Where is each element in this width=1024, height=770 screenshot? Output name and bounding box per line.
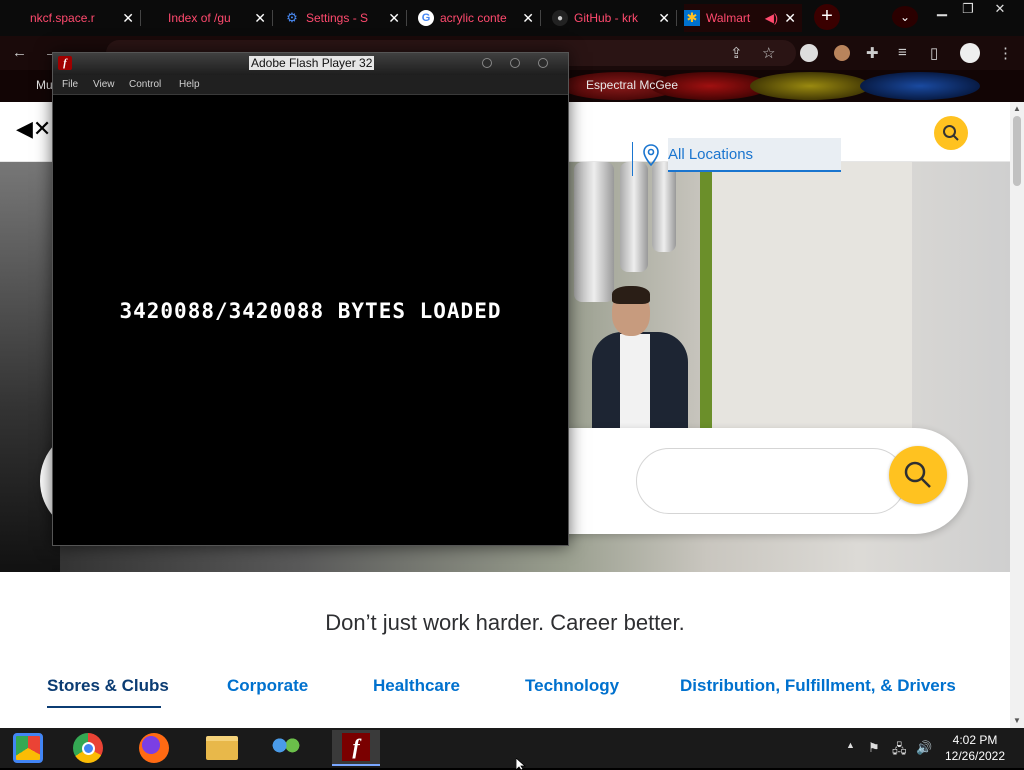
tab-title: acrylic conte [440,11,507,25]
flash-close-button[interactable] [538,58,548,68]
tab-title: Index of /gu [168,11,231,25]
menu-help[interactable]: Help [179,79,200,90]
page-scrollbar[interactable]: ▲ ▼ [1010,102,1024,728]
chrome-icon[interactable] [64,730,112,766]
tab-audio-icon[interactable]: ◀) [765,11,778,25]
google-icon: G [418,10,434,26]
location-field[interactable]: All Locations [668,138,841,172]
flash-player-icon[interactable]: f [332,730,380,766]
firefox-icon[interactable] [130,730,178,766]
close-icon[interactable]: ✕ [122,10,134,27]
browser-tab-strip: nkcf.space.r ✕ Index of /gu ✕ ⚙ Settings… [0,0,1024,36]
tab-3[interactable]: ⚙ Settings - S ✕ [284,4,407,32]
site-icon [146,10,162,26]
system-clock[interactable]: 4:02 PM 12/26/2022 [940,732,1010,764]
close-icon[interactable]: ✕ [388,10,400,27]
tab-search-button[interactable]: ⌄ [892,6,918,28]
page-tagline: Don’t just work harder. Career better. [325,610,685,635]
tab-stores-clubs[interactable]: Stores & Clubs [47,676,169,696]
flash-maximize-button[interactable] [510,58,520,68]
tab-5[interactable]: ● GitHub - krk ✕ [552,4,677,32]
scroll-down-arrow[interactable]: ▼ [1010,714,1024,728]
network-people-icon[interactable] [262,730,310,766]
menu-control[interactable]: Control [129,79,161,90]
flash-titlebar[interactable]: f Adobe Flash Player 32 [53,53,568,75]
flash-minimize-button[interactable] [482,58,492,68]
side-panel-icon[interactable]: ▯ [930,44,938,62]
scrollbar-thumb[interactable] [1013,116,1021,186]
bookmark-item[interactable]: Mu [36,78,53,92]
volume-icon[interactable]: 🔊 [916,740,932,756]
github-icon: ● [552,10,568,26]
close-icon[interactable]: ✕ [522,10,534,27]
share-icon[interactable]: ⇪ [730,44,743,62]
flash-player-window: f Adobe Flash Player 32 File View Contro… [52,52,569,546]
show-hidden-icons[interactable]: ▲ [846,740,855,750]
new-tab-button[interactable]: + [814,4,840,30]
category-tabs: Stores & Clubs Corporate Healthcare Tech… [0,676,1010,716]
walmart-spark-icon: ✱ [684,10,700,26]
network-icon[interactable]: 🖧 [892,740,907,762]
close-icon[interactable]: ✕ [784,10,796,27]
mute-icon[interactable]: ◀✕ [16,116,51,142]
window-close-button[interactable]: ✕ [984,0,1016,18]
location-field-value: All Locations [668,145,754,163]
tab-title: Settings - S [306,11,369,25]
windows-taskbar: f ▲ ⚑ 🖧 🔊 4:02 PM 12/26/2022 [0,728,1024,770]
search-icon [904,461,931,488]
mouse-cursor-icon [516,758,527,770]
avatar-extension-icon[interactable] [834,45,850,61]
flash-window-title: Adobe Flash Player 32 [249,56,375,70]
tab-title: Walmart [706,11,751,25]
active-tab-underline [47,706,161,708]
close-icon[interactable]: ✕ [658,10,670,27]
loading-status: 3420088/3420088 BYTES LOADED [119,299,502,323]
tab-corporate[interactable]: Corporate [227,676,308,696]
clock-time: 4:02 PM [952,733,998,747]
tab-healthcare[interactable]: Healthcare [373,676,460,696]
bookmark-star-icon[interactable]: ☆ [762,44,775,62]
file-explorer-icon[interactable] [198,730,246,766]
menu-view[interactable]: View [93,79,115,90]
extension-icon[interactable] [800,44,818,62]
close-icon[interactable]: ✕ [254,10,266,27]
gear-icon: ⚙ [286,10,298,25]
tab-6-active[interactable]: ✱ Walmart ◀) ✕ [684,4,802,32]
site-icon [8,10,24,26]
restore-button[interactable]: ❐ [952,0,984,18]
extensions-puzzle-icon[interactable]: ✚ [866,44,879,62]
more-menu-icon[interactable]: ⋮ [998,44,1013,62]
tab-2[interactable]: Index of /gu ✕ [146,4,273,32]
tab-distribution[interactable]: Distribution, Fulfillment, & Drivers [680,676,956,696]
tab-1[interactable]: nkcf.space.r ✕ [8,4,141,32]
search-icon [943,125,959,141]
bookmark-item[interactable]: Espectral McGee [586,78,678,92]
tab-technology[interactable]: Technology [525,676,619,696]
profile-avatar[interactable] [960,43,980,63]
flash-stage[interactable]: 3420088/3420088 BYTES LOADED [55,97,566,543]
location-pin-icon [643,144,659,166]
flash-logo-icon: f [58,56,72,70]
flash-menu-bar: File View Control Help [53,75,568,95]
menu-file[interactable]: File [62,79,78,90]
header-search-button[interactable] [934,116,968,150]
media-control-icon[interactable]: ≡ [898,44,907,61]
tab-4[interactable]: G acrylic conte ✕ [418,4,541,32]
location-input-container [636,448,906,514]
chrome-remote-icon[interactable] [4,730,52,766]
tab-title: GitHub - krk [574,11,639,25]
tab-title: nkcf.space.r [30,11,95,25]
action-center-flag-icon[interactable]: ⚑ [868,740,880,756]
scroll-up-arrow[interactable]: ▲ [1010,102,1024,116]
search-submit-button[interactable] [889,446,947,504]
back-icon[interactable]: ← [12,44,27,61]
clock-date: 12/26/2022 [944,749,1006,763]
